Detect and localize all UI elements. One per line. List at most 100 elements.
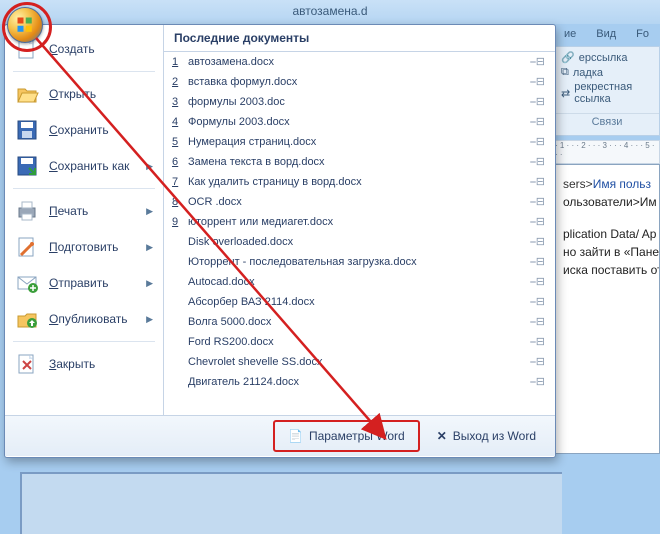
menu-item-label: Подготовить (49, 240, 118, 254)
pin-icon[interactable]: ⎯⊟ (530, 175, 545, 189)
menu-item-label: Отправить (49, 276, 109, 290)
office-menu-right-column: Последние документы 1автозамена.docx⎯⊟2в… (164, 25, 555, 415)
recent-doc-name: Формулы 2003.docx (188, 116, 530, 128)
recent-doc-item[interactable]: Абсорбер ВАЗ 2114.docx⎯⊟ (164, 292, 555, 312)
pin-icon[interactable]: ⎯⊟ (530, 375, 545, 389)
publish-icon (15, 307, 39, 331)
pin-icon[interactable]: ⎯⊟ (530, 135, 545, 149)
recent-doc-item[interactable]: 4Формулы 2003.docx⎯⊟ (164, 112, 555, 132)
group-caption-links[interactable]: Связи (555, 113, 659, 130)
recent-doc-name: Как удалить страницу в ворд.docx (188, 176, 530, 188)
menu-item-label: Опубликовать (49, 312, 127, 326)
office-button[interactable] (7, 7, 43, 43)
recent-doc-item[interactable]: Autocad.docx⎯⊟ (164, 272, 555, 292)
menu-item-label: Сохранить как (49, 159, 129, 173)
horizontal-ruler[interactable]: · 1 · · · 2 · · · 3 · · · 4 · · · 5 · · … (554, 140, 660, 164)
ribbon-tab[interactable]: Fo (626, 24, 659, 46)
recent-doc-name: формулы 2003.doc (188, 96, 530, 108)
pin-icon[interactable]: ⎯⊟ (530, 155, 545, 169)
pin-icon[interactable]: ⎯⊟ (530, 235, 545, 249)
office-menu-footer: 📄 Параметры Word ✕ Выход из Word (5, 415, 555, 456)
recent-doc-item[interactable]: Ford RS200.docx⎯⊟ (164, 332, 555, 352)
recent-doc-name: Chevrolet shevelle SS.docx (188, 356, 530, 368)
pin-icon[interactable]: ⎯⊟ (530, 355, 545, 369)
hyperlink-button[interactable]: 🔗ерссылка (561, 51, 653, 64)
recent-doc-item[interactable]: 8OCR .docx⎯⊟ (164, 192, 555, 212)
recent-docs-header: Последние документы (164, 25, 555, 52)
recent-doc-item[interactable]: Волга 5000.docx⎯⊟ (164, 312, 555, 332)
ribbon-tab[interactable]: ие (554, 24, 586, 46)
recent-doc-item[interactable]: 5Нумерация страниц.docx⎯⊟ (164, 132, 555, 152)
pin-icon[interactable]: ⎯⊟ (530, 295, 545, 309)
background-panel (20, 472, 562, 534)
menu-print-item[interactable]: Печать ▶ (5, 193, 163, 229)
close-icon (15, 352, 39, 376)
recent-doc-item[interactable]: Юторрент - последовательная загрузка.doc… (164, 252, 555, 272)
open-icon (15, 82, 39, 106)
recent-doc-item[interactable]: Chevrolet shevelle SS.docx⎯⊟ (164, 352, 555, 372)
menu-item-label: Сохранить (49, 123, 109, 137)
recent-doc-item[interactable]: 3формулы 2003.doc⎯⊟ (164, 92, 555, 112)
recent-doc-name: OCR .docx (188, 196, 530, 208)
recent-doc-item[interactable]: 7Как удалить страницу в ворд.docx⎯⊟ (164, 172, 555, 192)
document-page[interactable]: sers>Имя польз ользователи>Им plication … (554, 164, 660, 454)
menu-open-item[interactable]: Открыть (5, 76, 163, 112)
pin-icon[interactable]: ⎯⊟ (530, 95, 545, 109)
submenu-arrow-icon: ▶ (146, 161, 153, 172)
recent-doc-number: 6 (172, 156, 188, 168)
exit-word-button[interactable]: ✕ Выход из Word (428, 424, 545, 448)
office-menu-left-column: СоздатьОткрытьСохранитьСохранить как▶Печ… (5, 25, 164, 415)
pin-icon[interactable]: ⎯⊟ (530, 195, 545, 209)
recent-doc-name: Юторрент - последовательная загрузка.doc… (188, 256, 530, 268)
window-titlebar: автозамена.d (0, 0, 660, 24)
recent-doc-item[interactable]: 2вставка формул.docx⎯⊟ (164, 72, 555, 92)
recent-doc-number: 7 (172, 176, 188, 188)
pin-icon[interactable]: ⎯⊟ (530, 275, 545, 289)
recent-doc-name: Волга 5000.docx (188, 316, 530, 328)
recent-doc-number: 4 (172, 116, 188, 128)
recent-doc-item[interactable]: 1автозамена.docx⎯⊟ (164, 52, 555, 72)
office-logo-icon (16, 16, 34, 34)
word-options-button[interactable]: 📄 Параметры Word (279, 424, 414, 448)
recent-doc-name: Ford RS200.docx (188, 336, 530, 348)
submenu-arrow-icon: ▶ (146, 206, 153, 217)
crossref-button[interactable]: ⇄рекрестная ссылка (561, 81, 653, 105)
recent-doc-name: Замена текста в ворд.docx (188, 156, 530, 168)
bookmark-button[interactable]: ⧉ладка (561, 66, 653, 79)
ribbon-tabs: ие Вид Fo (554, 24, 660, 46)
recent-doc-item[interactable]: Disk overloaded.docx⎯⊟ (164, 232, 555, 252)
menu-item-label: Создать (49, 42, 95, 56)
pin-icon[interactable]: ⎯⊟ (530, 75, 545, 89)
pin-icon[interactable]: ⎯⊟ (530, 115, 545, 129)
menu-close-item[interactable]: Закрыть (5, 346, 163, 382)
menu-publish-item[interactable]: Опубликовать ▶ (5, 301, 163, 337)
recent-doc-name: автозамена.docx (188, 56, 530, 68)
menu-item-label: Закрыть (49, 357, 95, 371)
ribbon-tab[interactable]: Вид (586, 24, 626, 46)
recent-doc-name: вставка формул.docx (188, 76, 530, 88)
recent-doc-item[interactable]: Двигатель 21124.docx⎯⊟ (164, 372, 555, 392)
recent-docs-list: 1автозамена.docx⎯⊟2вставка формул.docx⎯⊟… (164, 52, 555, 415)
link-icon: 🔗 (561, 51, 575, 64)
recent-doc-item[interactable]: 9юторрент или медиагет.docx⎯⊟ (164, 212, 555, 232)
pin-icon[interactable]: ⎯⊟ (530, 55, 545, 69)
menu-prepare-item[interactable]: Подготовить▶ (5, 229, 163, 265)
menu-send-item[interactable]: Отправить ▶ (5, 265, 163, 301)
menu-save-item[interactable]: Сохранить (5, 112, 163, 148)
save-icon (15, 118, 39, 142)
pin-icon[interactable]: ⎯⊟ (530, 215, 545, 229)
recent-doc-number: 5 (172, 136, 188, 148)
submenu-arrow-icon: ▶ (146, 314, 153, 325)
menu-saveas-item[interactable]: Сохранить как ▶ (5, 148, 163, 184)
pin-icon[interactable]: ⎯⊟ (530, 315, 545, 329)
pin-icon[interactable]: ⎯⊟ (530, 335, 545, 349)
recent-doc-name: Абсорбер ВАЗ 2114.docx (188, 296, 530, 308)
close-icon: ✕ (437, 429, 447, 443)
recent-doc-number: 3 (172, 96, 188, 108)
pin-icon[interactable]: ⎯⊟ (530, 255, 545, 269)
options-icon: 📄 (288, 429, 303, 443)
menu-item-label: Печать (49, 204, 88, 218)
recent-doc-item[interactable]: 6Замена текста в ворд.docx⎯⊟ (164, 152, 555, 172)
submenu-arrow-icon: ▶ (146, 278, 153, 289)
print-icon (15, 199, 39, 223)
